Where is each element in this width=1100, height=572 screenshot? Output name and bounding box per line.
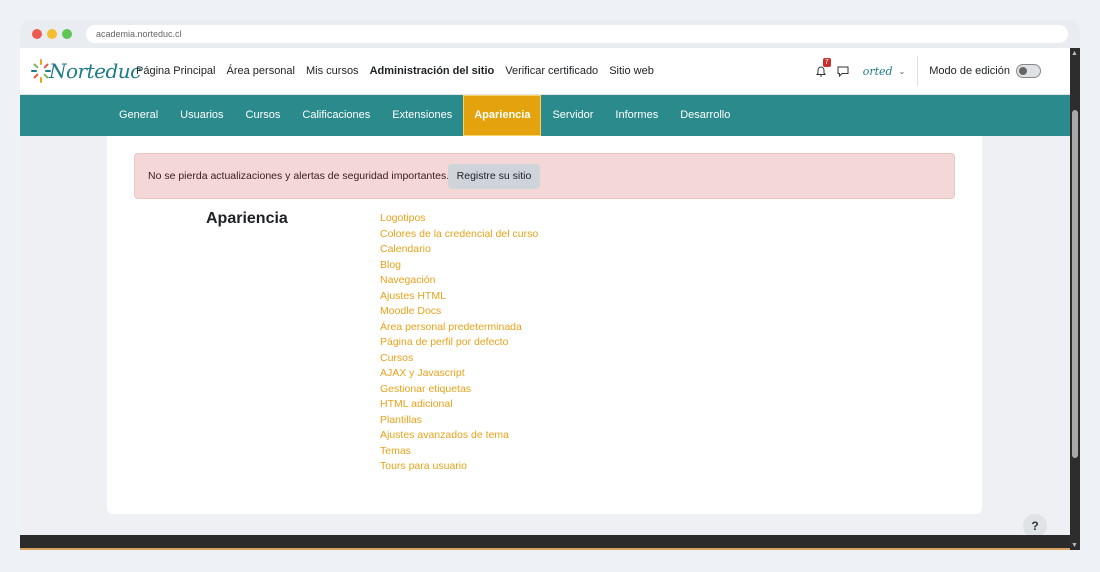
nav-link-dashboard[interactable]: Área personal bbox=[227, 65, 296, 77]
tab-reports[interactable]: Informes bbox=[604, 95, 669, 136]
primary-navbar: Norteduc Página Principal Área personal … bbox=[20, 48, 1070, 95]
tab-appearance[interactable]: Apariencia bbox=[463, 95, 542, 136]
browser-window: academia.norteduc.cl Norteduc Página Pri… bbox=[20, 20, 1080, 550]
page-title: Apariencia bbox=[206, 210, 288, 227]
settings-link-moodle-docs[interactable]: Moodle Docs bbox=[380, 304, 538, 320]
settings-link-navigation[interactable]: Navegación bbox=[380, 273, 538, 289]
settings-link-additional-html[interactable]: HTML adicional bbox=[380, 397, 538, 413]
edit-mode-toggle[interactable] bbox=[1016, 64, 1041, 78]
address-bar[interactable]: academia.norteduc.cl bbox=[86, 25, 1068, 43]
alert-message: No se pierda actualizaciones y alertas d… bbox=[148, 170, 450, 182]
settings-link-courses[interactable]: Cursos bbox=[380, 351, 538, 367]
tab-users[interactable]: Usuarios bbox=[169, 95, 234, 136]
tab-plugins[interactable]: Extensiones bbox=[381, 95, 463, 136]
main-content-card: No se pierda actualizaciones y alertas d… bbox=[107, 136, 982, 514]
page-scrollbar[interactable]: ▲ ▼ bbox=[1070, 48, 1080, 550]
appearance-settings-list: Logotipos Colores de la credencial del c… bbox=[380, 211, 538, 475]
tab-development[interactable]: Desarrollo bbox=[669, 95, 741, 136]
primary-nav-links: Página Principal Área personal Mis curso… bbox=[136, 48, 654, 94]
registration-alert: No se pierda actualizaciones y alertas d… bbox=[134, 153, 955, 199]
nav-link-my-courses[interactable]: Mis cursos bbox=[306, 65, 359, 77]
logo-text: Norteduc bbox=[49, 59, 141, 83]
close-window-button[interactable] bbox=[32, 29, 42, 39]
tab-general[interactable]: General bbox=[108, 95, 169, 136]
notification-count-badge: 7 bbox=[822, 58, 831, 67]
navbar-tools: 7 orted ⌄ Modo de edición bbox=[815, 48, 1070, 94]
chevron-down-icon[interactable]: ⌄ bbox=[899, 67, 906, 76]
bell-icon bbox=[815, 66, 826, 77]
register-site-button[interactable]: Registre su sitio bbox=[448, 164, 540, 189]
settings-link-templates[interactable]: Plantillas bbox=[380, 413, 538, 429]
minimize-window-button[interactable] bbox=[47, 29, 57, 39]
logo-sunburst-icon bbox=[31, 59, 51, 83]
scrollbar-thumb[interactable] bbox=[1072, 110, 1078, 458]
notifications-button[interactable]: 7 bbox=[815, 58, 831, 77]
settings-link-logos[interactable]: Logotipos bbox=[380, 211, 538, 227]
settings-link-user-tours[interactable]: Tours para usuario bbox=[380, 459, 538, 475]
nav-link-site-admin[interactable]: Administración del sitio bbox=[370, 65, 495, 77]
browser-titlebar: academia.norteduc.cl bbox=[20, 20, 1080, 48]
page-footer bbox=[20, 535, 1070, 550]
settings-link-default-profile[interactable]: Página de perfil por defecto bbox=[380, 335, 538, 351]
settings-link-ajax-javascript[interactable]: AJAX y Javascript bbox=[380, 366, 538, 382]
nav-link-verify-certificate[interactable]: Verificar certificado bbox=[505, 65, 598, 77]
settings-link-calendar[interactable]: Calendario bbox=[380, 242, 538, 258]
user-menu-avatar[interactable]: orted bbox=[863, 65, 893, 78]
admin-tabs: General Usuarios Cursos Calificaciones E… bbox=[108, 95, 741, 136]
nav-link-home[interactable]: Página Principal bbox=[136, 65, 216, 77]
tab-grades[interactable]: Calificaciones bbox=[291, 95, 381, 136]
secondary-navbar: General Usuarios Cursos Calificaciones E… bbox=[20, 95, 1070, 136]
settings-link-blog[interactable]: Blog bbox=[380, 258, 538, 274]
settings-link-html-settings[interactable]: Ajustes HTML bbox=[380, 289, 538, 305]
settings-link-advanced-theme[interactable]: Ajustes avanzados de tema bbox=[380, 428, 538, 444]
settings-link-default-dashboard[interactable]: Área personal predeterminada bbox=[380, 320, 538, 336]
divider bbox=[917, 56, 919, 86]
tab-courses[interactable]: Cursos bbox=[235, 95, 292, 136]
edit-mode-label: Modo de edición bbox=[929, 65, 1010, 77]
nav-link-website[interactable]: Sitio web bbox=[609, 65, 654, 77]
scroll-up-icon[interactable]: ▲ bbox=[1071, 50, 1078, 57]
settings-link-manage-tags[interactable]: Gestionar etiquetas bbox=[380, 382, 538, 398]
toggle-knob bbox=[1019, 67, 1027, 75]
settings-link-course-badge-colors[interactable]: Colores de la credencial del curso bbox=[380, 227, 538, 243]
settings-link-themes[interactable]: Temas bbox=[380, 444, 538, 460]
scroll-down-icon[interactable]: ▼ bbox=[1071, 542, 1078, 549]
maximize-window-button[interactable] bbox=[62, 29, 72, 39]
messages-icon[interactable] bbox=[837, 66, 849, 77]
tab-server[interactable]: Servidor bbox=[541, 95, 604, 136]
site-logo[interactable]: Norteduc bbox=[30, 52, 141, 90]
